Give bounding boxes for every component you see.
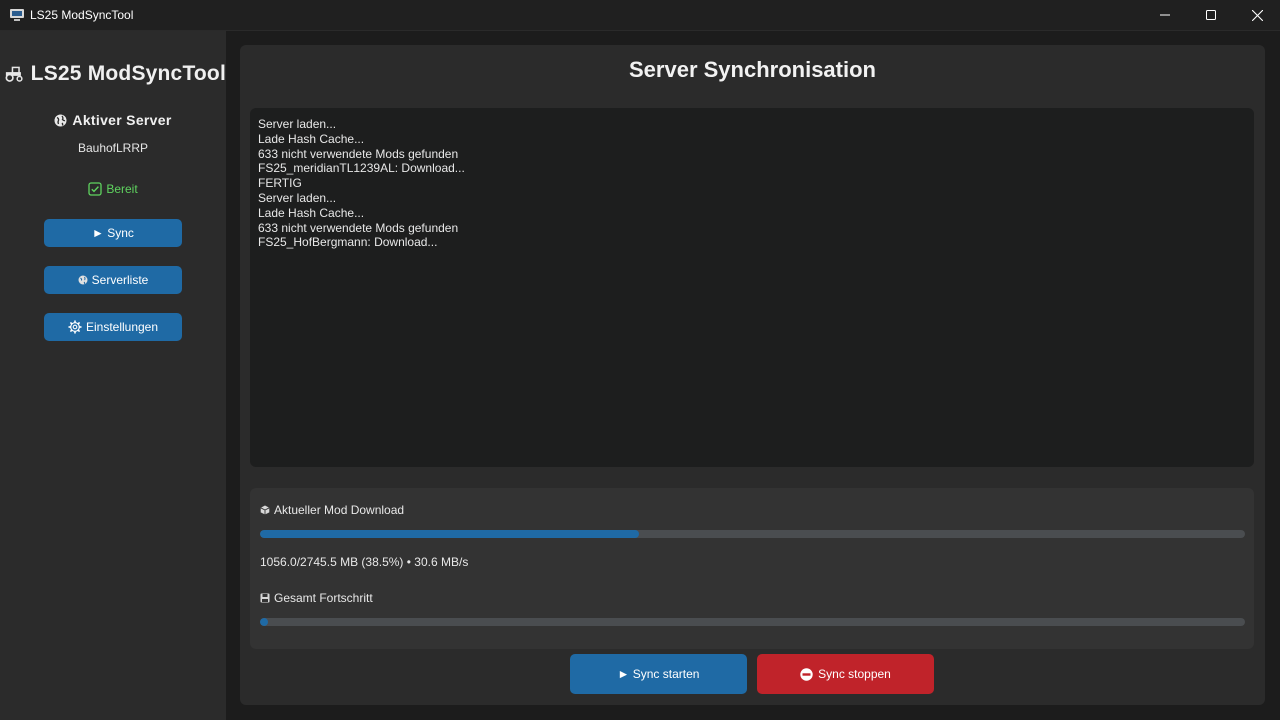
app-icon xyxy=(10,9,24,21)
minimize-icon xyxy=(1160,14,1170,16)
log-line: FS25_meridianTL1239AL: Download... xyxy=(258,161,465,176)
sync-nav-label: ► Sync xyxy=(92,226,134,240)
tractor-icon xyxy=(5,66,23,82)
sync-start-label: ► Sync starten xyxy=(617,667,700,681)
log-line: Lade Hash Cache... xyxy=(258,205,365,220)
total-progress-bar xyxy=(260,618,1245,626)
log-line: Server laden... xyxy=(258,117,337,131)
maximize-button[interactable] xyxy=(1188,0,1234,30)
sidebar: LS25 ModSyncTool Aktiver Server BauhofLR… xyxy=(0,31,226,720)
server-heading: Aktiver Server xyxy=(0,112,226,128)
globe-icon xyxy=(78,275,88,285)
sync-stop-button[interactable]: Sync stoppen xyxy=(757,654,934,694)
checkbox-icon xyxy=(88,182,102,196)
server-name: BauhofLRRP xyxy=(77,141,149,155)
gear-icon xyxy=(68,320,82,334)
current-download-info: 1056.0/2745.5 MB (38.5%) • 30.6 MB/s xyxy=(260,555,469,569)
sync-stop-label: Sync stoppen xyxy=(818,667,891,681)
progress-section: Aktueller Mod Download 1056.0/2745.5 MB … xyxy=(250,488,1254,649)
log-line: 633 nicht verwendete Mods gefunden xyxy=(258,220,459,235)
current-download-progress-fill xyxy=(260,530,640,538)
total-progress-heading: Gesamt Fortschritt xyxy=(260,591,373,605)
total-progress-fill xyxy=(260,618,268,626)
close-icon xyxy=(1251,9,1263,21)
title-bar: LS25 ModSyncTool xyxy=(0,0,1280,31)
sync-start-button[interactable]: ► Sync starten xyxy=(570,654,747,694)
log-line: 633 nicht verwendete Mods gefunden xyxy=(258,146,459,161)
main-panel: Server Synchronisation Server laden... L… xyxy=(240,45,1265,705)
log-line: Lade Hash Cache... xyxy=(258,131,365,146)
window-controls xyxy=(1142,0,1280,30)
total-progress-label: Gesamt Fortschritt xyxy=(274,591,373,605)
current-download-heading: Aktueller Mod Download xyxy=(260,503,404,517)
current-download-progress-bar xyxy=(260,530,1245,538)
close-button[interactable] xyxy=(1234,0,1280,30)
sync-nav-button[interactable]: ► Sync xyxy=(44,219,182,247)
log-output[interactable]: Server laden... Lade Hash Cache... 633 n… xyxy=(250,108,1254,467)
minimize-button[interactable] xyxy=(1142,0,1188,30)
current-download-label: Aktueller Mod Download xyxy=(274,503,405,517)
log-line: Server laden... xyxy=(258,190,337,205)
brand: LS25 ModSyncTool xyxy=(4,59,226,89)
server-heading-label: Aktiver Server xyxy=(72,112,172,128)
serverlist-nav-button[interactable]: Serverliste xyxy=(44,266,182,294)
maximize-icon xyxy=(1206,10,1216,20)
status-label: Bereit xyxy=(106,182,138,196)
no-entry-icon xyxy=(800,667,813,681)
settings-nav-label: Einstellungen xyxy=(85,320,159,334)
page-title: Server Synchronisation xyxy=(629,57,876,82)
globe-icon xyxy=(54,114,67,126)
status-indicator: Bereit xyxy=(0,182,226,196)
settings-nav-button[interactable]: Einstellungen xyxy=(44,313,182,341)
log-line: FERTIG xyxy=(258,176,302,191)
log-line: FS25_HofBergmann: Download... xyxy=(258,235,438,250)
window-title: LS25 ModSyncTool xyxy=(30,8,134,22)
package-icon xyxy=(260,505,270,515)
serverlist-nav-label: Serverliste xyxy=(91,273,149,287)
floppy-disk-icon xyxy=(260,593,270,603)
brand-title: LS25 ModSyncTool xyxy=(30,62,226,85)
